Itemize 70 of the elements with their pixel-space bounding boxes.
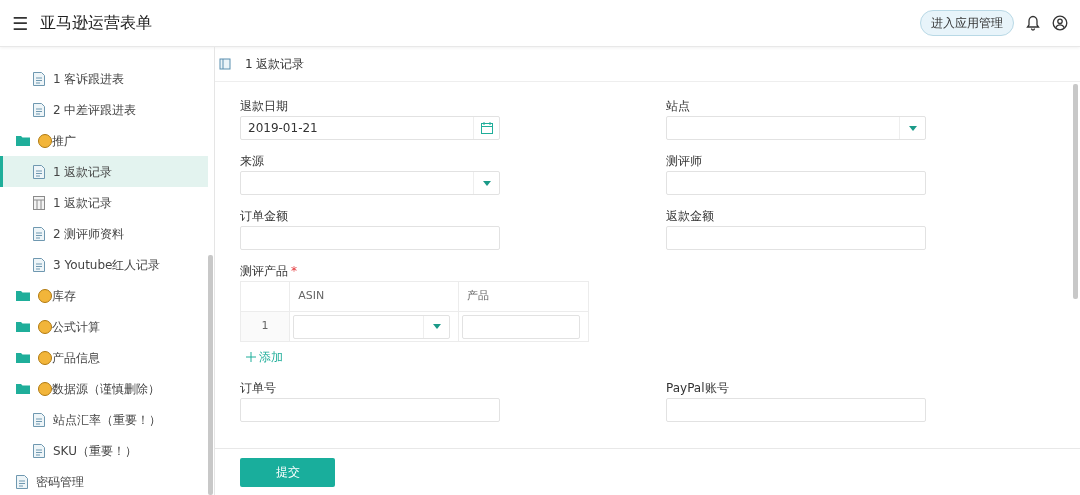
folder-icon: [16, 383, 30, 394]
document-icon: [33, 257, 45, 272]
folder-item[interactable]: 推广: [0, 125, 208, 156]
input-field[interactable]: [666, 226, 926, 250]
input-field[interactable]: [666, 398, 926, 422]
emoji-icon: [38, 288, 52, 303]
folder-icon: [16, 352, 30, 363]
folder-icon: [16, 321, 30, 332]
sidebar-item[interactable]: 2 测评师资料: [0, 218, 208, 249]
dropdown-caret-icon: [482, 180, 491, 186]
input-field[interactable]: [462, 314, 581, 339]
folder-item[interactable]: 产品信息: [0, 342, 208, 373]
field-label: 退款日期: [240, 99, 288, 113]
spreadsheet-icon: [33, 195, 45, 210]
field-label: 订单金额: [240, 209, 288, 223]
folder-icon: [16, 135, 30, 146]
field-label: PayPal账号: [666, 381, 729, 395]
dropdown-field[interactable]: [666, 116, 926, 140]
sidebar-item[interactable]: 3 Youtube红人记录: [0, 249, 208, 280]
user-account-icon[interactable]: [1052, 15, 1068, 31]
emoji-icon: [38, 350, 52, 365]
field-label: 站点: [666, 99, 690, 113]
dropdown-caret-icon: [432, 324, 441, 329]
scrollbar[interactable]: [208, 255, 213, 495]
document-icon: [33, 443, 45, 458]
column-header: 产品: [467, 289, 490, 303]
breadcrumb-title: 1 返款记录: [245, 56, 305, 73]
required-mark: *: [291, 264, 297, 278]
sidebar-item[interactable]: 密码管理: [0, 466, 208, 495]
sidebar-item[interactable]: 2 中差评跟进表: [0, 94, 208, 125]
dropdown-field[interactable]: [240, 171, 500, 195]
folder-icon: [16, 290, 30, 301]
plus-icon: [246, 352, 256, 362]
emoji-icon: [38, 381, 52, 396]
sidebar-item[interactable]: SKU（重要！）: [0, 435, 208, 466]
field-label: 来源: [240, 154, 264, 168]
field-label: 测评师: [666, 154, 702, 168]
folder-item[interactable]: 公式计算: [0, 311, 208, 342]
folder-item[interactable]: 库存: [0, 280, 208, 311]
menu-button[interactable]: ☰: [12, 9, 29, 37]
document-icon: [33, 102, 45, 117]
date-field[interactable]: 2019-01-21: [240, 116, 500, 140]
dropdown-caret-icon: [908, 125, 917, 131]
input-field[interactable]: [240, 398, 500, 422]
document-icon: [33, 164, 45, 179]
document-icon: [33, 71, 45, 86]
app-admin-button[interactable]: 进入应用管理: [920, 10, 1014, 36]
sidebar-item[interactable]: 1 返款记录: [0, 187, 208, 218]
app-title: 亚马逊运营表单: [40, 12, 153, 34]
document-icon: [16, 474, 28, 489]
document-icon: [33, 412, 45, 427]
emoji-icon: [38, 133, 52, 148]
folder-item[interactable]: 数据源（谨慎删除）: [0, 373, 208, 404]
form-icon: [219, 58, 231, 70]
emoji-icon: [38, 319, 52, 334]
notification-bell-icon[interactable]: [1026, 15, 1040, 31]
dropdown-field[interactable]: [293, 314, 451, 339]
input-field[interactable]: [666, 171, 926, 195]
field-label: 返款金额: [666, 209, 714, 223]
calendar-icon: [480, 122, 493, 134]
input-field[interactable]: [240, 226, 500, 250]
sidebar-item[interactable]: 1 客诉跟进表: [0, 63, 208, 94]
scrollbar[interactable]: [1073, 84, 1078, 299]
document-icon: [33, 226, 45, 241]
row-number: 1: [261, 319, 269, 333]
sidebar-item[interactable]: 站点汇率（重要！）: [0, 404, 208, 435]
column-header: ASIN: [298, 289, 325, 303]
field-label: 订单号: [240, 381, 276, 395]
field-label: 测评产品: [240, 264, 288, 278]
sidebar-item[interactable]: 1 返款记录: [0, 156, 208, 187]
